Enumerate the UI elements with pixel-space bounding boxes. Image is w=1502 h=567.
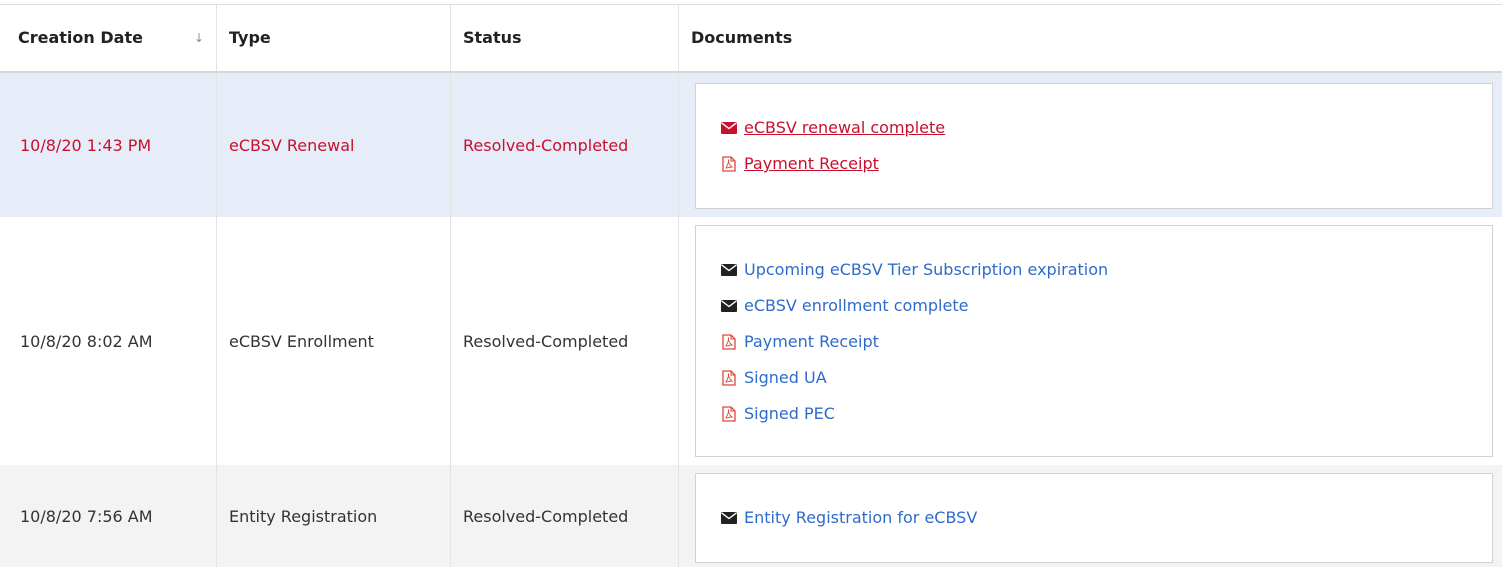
envelope-icon xyxy=(720,264,738,276)
document-link-label: Signed PEC xyxy=(744,404,835,423)
document-link[interactable]: Signed PEC xyxy=(720,396,1492,432)
document-link-label: eCBSV enrollment complete xyxy=(744,296,969,315)
document-link[interactable]: Entity Registration for eCBSV xyxy=(720,500,1492,536)
envelope-icon xyxy=(720,122,738,134)
documents-list: Upcoming eCBSV Tier Subscription expirat… xyxy=(695,225,1493,457)
document-link-label: Payment Receipt xyxy=(744,154,879,173)
status-cell: Resolved-Completed xyxy=(450,217,678,465)
documents-list: Entity Registration for eCBSV xyxy=(695,473,1493,563)
table-header: Creation Date ↓ Type Status Documents xyxy=(0,5,1502,73)
documents-cell: Entity Registration for eCBSV xyxy=(678,465,1502,567)
envelope-icon xyxy=(720,512,738,524)
pdf-icon xyxy=(720,156,738,172)
column-header-documents: Documents xyxy=(678,5,1502,71)
document-link[interactable]: Payment Receipt xyxy=(720,324,1492,360)
type-cell: Entity Registration xyxy=(216,465,450,567)
creation-date-cell: 10/8/20 7:56 AM xyxy=(20,506,153,526)
document-link-label: Entity Registration for eCBSV xyxy=(744,508,978,527)
type-cell: eCBSV Enrollment xyxy=(216,217,450,465)
document-link[interactable]: Signed UA xyxy=(720,360,1492,396)
table-row[interactable]: 10/8/20 1:43 PM eCBSV Renewal Resolved-C… xyxy=(0,73,1502,217)
document-link[interactable]: Upcoming eCBSV Tier Subscription expirat… xyxy=(720,252,1492,288)
document-link[interactable]: eCBSV enrollment complete xyxy=(720,288,1492,324)
type-cell: eCBSV Renewal xyxy=(216,73,450,217)
documents-list: eCBSV renewal complete Payment Receipt xyxy=(695,83,1493,209)
column-header-type[interactable]: Type xyxy=(216,5,450,71)
envelope-icon xyxy=(720,300,738,312)
document-link-label: eCBSV renewal complete xyxy=(744,118,946,137)
status-cell: Resolved-Completed xyxy=(450,465,678,567)
document-link-label: Upcoming eCBSV Tier Subscription expirat… xyxy=(744,260,1109,279)
column-header-status[interactable]: Status xyxy=(450,5,678,71)
column-header-creation-date[interactable]: Creation Date ↓ xyxy=(10,5,216,71)
column-header-label: Creation Date xyxy=(18,28,143,47)
table-row[interactable]: 10/8/20 8:02 AM eCBSV Enrollment Resolve… xyxy=(0,217,1502,465)
creation-date-cell: 10/8/20 1:43 PM xyxy=(20,135,152,155)
documents-cell: Upcoming eCBSV Tier Subscription expirat… xyxy=(678,217,1502,465)
case-history-table: Creation Date ↓ Type Status Documents 10… xyxy=(0,4,1502,567)
pdf-icon xyxy=(720,334,738,350)
pdf-icon xyxy=(720,406,738,422)
document-link-label: Payment Receipt xyxy=(744,332,879,351)
document-link-label: Signed UA xyxy=(744,368,827,387)
documents-cell: eCBSV renewal complete Payment Receipt xyxy=(678,73,1502,217)
table-row[interactable]: 10/8/20 7:56 AM Entity Registration Reso… xyxy=(0,465,1502,567)
status-cell: Resolved-Completed xyxy=(450,73,678,217)
document-link[interactable]: eCBSV renewal complete xyxy=(720,110,1492,146)
pdf-icon xyxy=(720,370,738,386)
document-link[interactable]: Payment Receipt xyxy=(720,146,1492,182)
sort-descending-icon[interactable]: ↓ xyxy=(194,5,204,71)
creation-date-cell: 10/8/20 8:02 AM xyxy=(20,331,153,351)
